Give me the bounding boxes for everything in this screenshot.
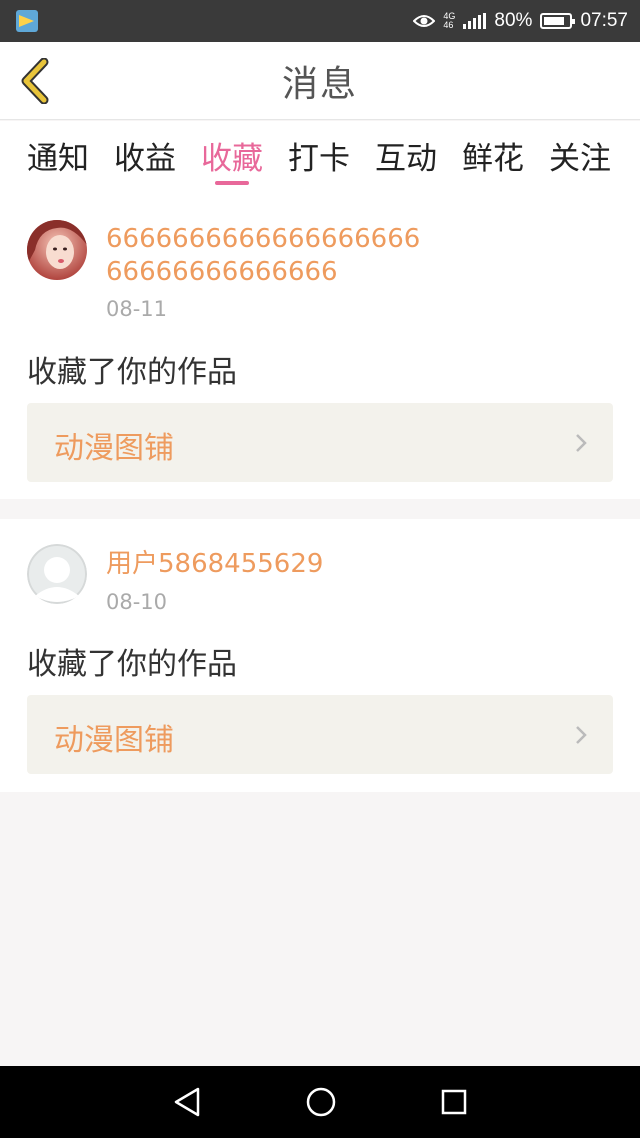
chevron-right-icon: [576, 434, 587, 452]
app-notification-icon: [16, 10, 38, 32]
back-triangle-icon[interactable]: [172, 1086, 202, 1118]
action-text: 收藏了你的作品: [27, 647, 237, 682]
username[interactable]: 用户5868455629: [106, 548, 426, 581]
work-link[interactable]: 动漫图铺: [27, 695, 613, 774]
signal-icon: [463, 13, 487, 29]
page-title: 消息: [281, 63, 358, 105]
network-type: 4G 46: [443, 11, 456, 30]
tab-flowers[interactable]: 鲜花: [458, 133, 528, 178]
eye-icon: [413, 15, 436, 27]
message-date: 08-11: [106, 297, 168, 321]
battery-icon: [540, 13, 576, 29]
avatar[interactable]: [27, 220, 87, 280]
recents-square-icon[interactable]: [440, 1088, 468, 1116]
work-link[interactable]: 动漫图铺: [27, 403, 613, 482]
clock: 07:57: [580, 10, 628, 31]
active-tab-indicator: [215, 181, 249, 185]
tab-notification[interactable]: 通知: [23, 133, 93, 178]
tab-bar: 通知 收益 收藏 打卡 互动 鲜花 关注: [0, 121, 640, 197]
home-circle-icon[interactable]: [305, 1086, 337, 1118]
tab-favorites[interactable]: 收藏: [197, 133, 267, 178]
battery-percent: 80%: [494, 10, 533, 31]
message-card: 用户5868455629 08-10 收藏了你的作品 动漫图铺: [0, 519, 640, 792]
header: 消息: [0, 42, 640, 120]
work-title: 动漫图铺: [54, 723, 174, 758]
chevron-right-icon: [576, 726, 587, 744]
message-date: 08-10: [106, 590, 168, 614]
tab-checkin[interactable]: 打卡: [284, 133, 354, 178]
back-arrow-icon[interactable]: [18, 58, 58, 104]
work-title: 动漫图铺: [54, 431, 174, 466]
message-card: 6666666666666666666 66666666666666 08-11…: [0, 197, 640, 499]
action-text: 收藏了你的作品: [27, 355, 237, 390]
tab-earnings[interactable]: 收益: [110, 133, 180, 178]
system-nav-bar: [0, 1066, 640, 1138]
status-bar: 4G 46 80% 07:57: [0, 0, 640, 42]
tab-interaction[interactable]: 互动: [371, 133, 441, 178]
default-avatar[interactable]: [27, 544, 87, 604]
tab-follow[interactable]: 关注: [545, 133, 615, 178]
username[interactable]: 6666666666666666666 66666666666666: [106, 223, 426, 289]
